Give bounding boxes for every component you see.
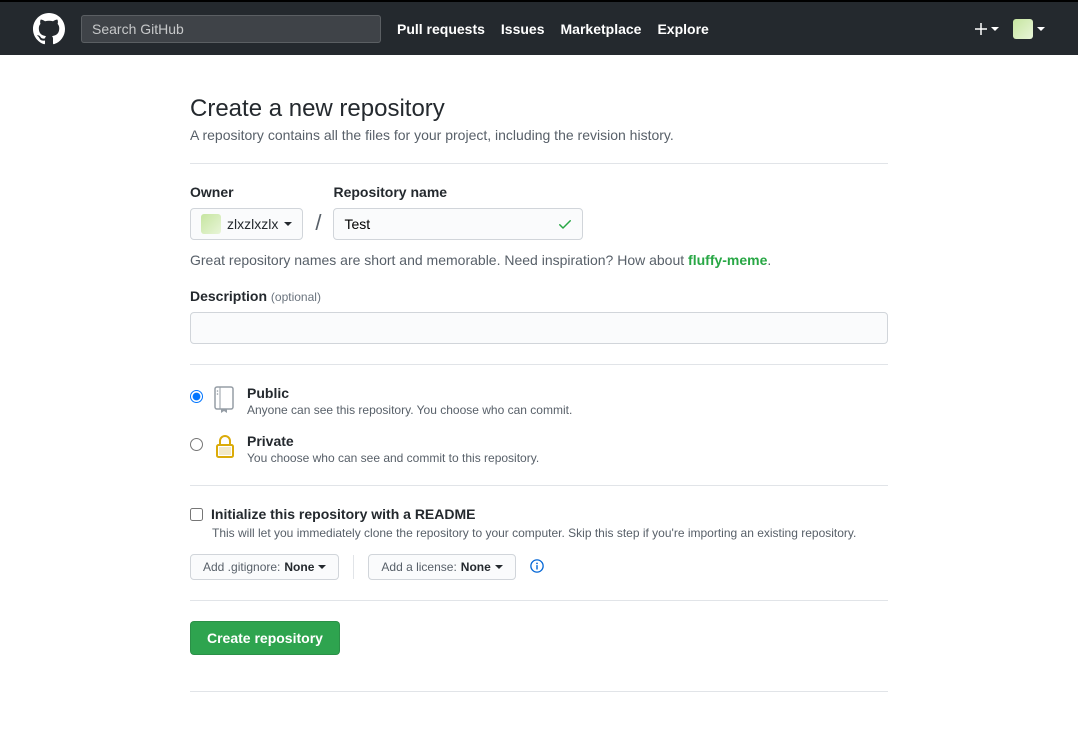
- dropdown-row: Add .gitignore: None Add a license: None: [190, 554, 888, 580]
- description-label: Description (optional): [190, 288, 888, 304]
- caret-down-icon: [318, 565, 326, 569]
- divider: [190, 485, 888, 486]
- public-radio[interactable]: [190, 390, 203, 403]
- nav-pull-requests[interactable]: Pull requests: [397, 21, 485, 37]
- nav-marketplace[interactable]: Marketplace: [561, 21, 642, 37]
- divider: [190, 163, 888, 164]
- readme-section: Initialize this repository with a README…: [190, 506, 888, 580]
- plus-icon: [975, 23, 987, 35]
- private-title: Private: [247, 433, 539, 449]
- private-content: Private You choose who can see and commi…: [247, 433, 539, 465]
- nav-issues[interactable]: Issues: [501, 21, 545, 37]
- repo-name-group: Repository name: [333, 184, 583, 240]
- readme-check-row: Initialize this repository with a README: [190, 506, 888, 522]
- owner-repo-row: Owner zlxzlxzlx / Repository name: [190, 184, 888, 240]
- button-divider: [353, 555, 354, 579]
- repo-icon: [213, 385, 237, 413]
- repo-name-input[interactable]: [333, 208, 583, 240]
- divider: [190, 600, 888, 601]
- header-right: [975, 19, 1045, 39]
- create-menu[interactable]: [975, 23, 999, 35]
- owner-label: Owner: [190, 184, 303, 200]
- caret-down-icon: [1037, 27, 1045, 31]
- nav-explore[interactable]: Explore: [657, 21, 708, 37]
- path-separator: /: [315, 210, 321, 240]
- owner-group: Owner zlxzlxzlx: [190, 184, 303, 240]
- public-title: Public: [247, 385, 572, 401]
- public-desc: Anyone can see this repository. You choo…: [247, 403, 572, 417]
- repo-name-label: Repository name: [333, 184, 583, 200]
- private-radio[interactable]: [190, 438, 203, 451]
- main-header: Pull requests Issues Marketplace Explore: [0, 0, 1078, 55]
- description-group: Description (optional): [190, 288, 888, 344]
- private-desc: You choose who can see and commit to thi…: [247, 451, 539, 465]
- page-title: Create a new repository: [190, 95, 888, 123]
- user-menu[interactable]: [1013, 19, 1045, 39]
- visibility-public: Public Anyone can see this repository. Y…: [190, 385, 888, 417]
- github-logo-icon[interactable]: [33, 13, 65, 45]
- readme-checkbox[interactable]: [190, 508, 203, 521]
- caret-down-icon: [991, 27, 999, 31]
- info-icon[interactable]: [530, 559, 544, 576]
- header-inner: Pull requests Issues Marketplace Explore: [33, 13, 1045, 45]
- owner-value: zlxzlxzlx: [227, 216, 278, 232]
- create-repository-button[interactable]: Create repository: [190, 621, 340, 655]
- page-subtitle: A repository contains all the files for …: [190, 127, 888, 143]
- public-content: Public Anyone can see this repository. Y…: [247, 385, 572, 417]
- nav-links: Pull requests Issues Marketplace Explore: [397, 21, 709, 37]
- lock-icon: [213, 433, 237, 461]
- avatar: [1013, 19, 1033, 39]
- main-container: Create a new repository A repository con…: [174, 55, 904, 752]
- owner-select[interactable]: zlxzlxzlx: [190, 208, 303, 240]
- description-input[interactable]: [190, 312, 888, 344]
- visibility-private: Private You choose who can see and commi…: [190, 433, 888, 465]
- license-dropdown[interactable]: Add a license: None: [368, 554, 515, 580]
- suggestion-link[interactable]: fluffy-meme: [688, 252, 767, 268]
- check-icon: [557, 216, 573, 235]
- readme-label[interactable]: Initialize this repository with a README: [211, 506, 475, 522]
- repo-name-help: Great repository names are short and mem…: [190, 252, 888, 268]
- divider: [190, 691, 888, 692]
- caret-down-icon: [495, 565, 503, 569]
- owner-avatar-icon: [201, 214, 221, 234]
- divider: [190, 364, 888, 365]
- repo-name-wrapper: [333, 208, 583, 240]
- gitignore-dropdown[interactable]: Add .gitignore: None: [190, 554, 339, 580]
- search-input[interactable]: [81, 15, 381, 43]
- readme-desc: This will let you immediately clone the …: [212, 526, 888, 540]
- caret-down-icon: [284, 222, 292, 226]
